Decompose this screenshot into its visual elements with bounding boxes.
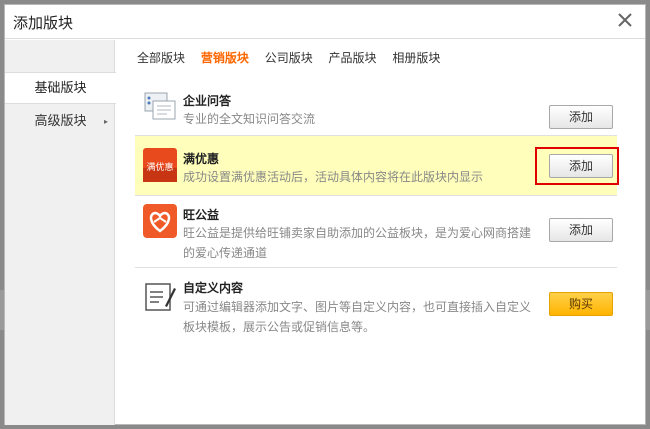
sidebar-item-label: 基础版块 [34,81,87,96]
chevron-right-icon: ▸ [103,117,108,126]
list-item: 旺公益 旺公益是提供给旺铺卖家自助添加的公益板块，是为爱心网商搭建的爱心传递通道… [135,196,617,268]
discount-icon: 满优惠 [143,148,177,182]
sidebar: 基础版块 高级版块 ▸ [5,40,116,425]
module-desc: 成功设置满优惠活动后，活动具体内容将在此版块内显示 [183,170,484,184]
module-name: 满优惠 [183,152,220,166]
tab-album[interactable]: 相册版块 [392,49,440,66]
dialog-titlebar: 添加版块 [5,5,645,39]
module-list: 企业问答 专业的全文知识问答交流 添加 满优惠 满优惠 成功设置满优惠活动后，活… [135,80,619,348]
tab-all[interactable]: 全部版块 [137,49,185,66]
add-button[interactable]: 添加 [549,154,613,178]
tab-bar: 全部版块 营销版块 公司版块 产品版块 相册版块 [137,49,452,69]
list-item: 自定义内容 可通过编辑器添加文字、图片等自定义内容，也可直接插入自定义板块模板，… [135,268,617,348]
dialog-title: 添加版块 [13,14,74,32]
module-desc: 专业的全文知识问答交流 [183,112,316,126]
add-button[interactable]: 添加 [549,218,613,242]
qa-icon [143,90,177,124]
module-name: 企业问答 [183,94,232,108]
tab-marketing[interactable]: 营销版块 [201,49,249,66]
edit-document-icon [143,280,177,314]
module-desc: 旺公益是提供给旺铺卖家自助添加的公益板块，是为爱心网商搭建的爱心传递通道 [183,226,532,260]
sidebar-item-label: 高级版块 [34,114,87,129]
discount-icon-text: 满优惠 [146,161,173,173]
tab-company[interactable]: 公司版块 [265,49,313,66]
list-item: 企业问答 专业的全文知识问答交流 添加 [135,80,617,136]
module-name: 自定义内容 [183,281,244,295]
charity-heart-icon [143,204,177,238]
module-desc: 可通过编辑器添加文字、图片等自定义内容，也可直接插入自定义板块模板，展示公告或促… [183,300,532,334]
close-icon[interactable] [615,10,635,30]
module-name: 旺公益 [183,208,220,222]
tab-product[interactable]: 产品版块 [329,49,377,66]
list-item: 满优惠 满优惠 成功设置满优惠活动后，活动具体内容将在此版块内显示 添加 [135,136,619,196]
sidebar-item-advanced[interactable]: 高级版块 ▸ [5,106,116,138]
buy-button[interactable]: 购买 [549,292,613,316]
add-module-dialog: 添加版块 基础版块 高级版块 ▸ 全部版块 营销版块 公司版块 产品版块 相册版… [4,4,646,425]
add-button[interactable]: 添加 [549,105,613,129]
sidebar-item-basic[interactable]: 基础版块 [5,72,116,104]
